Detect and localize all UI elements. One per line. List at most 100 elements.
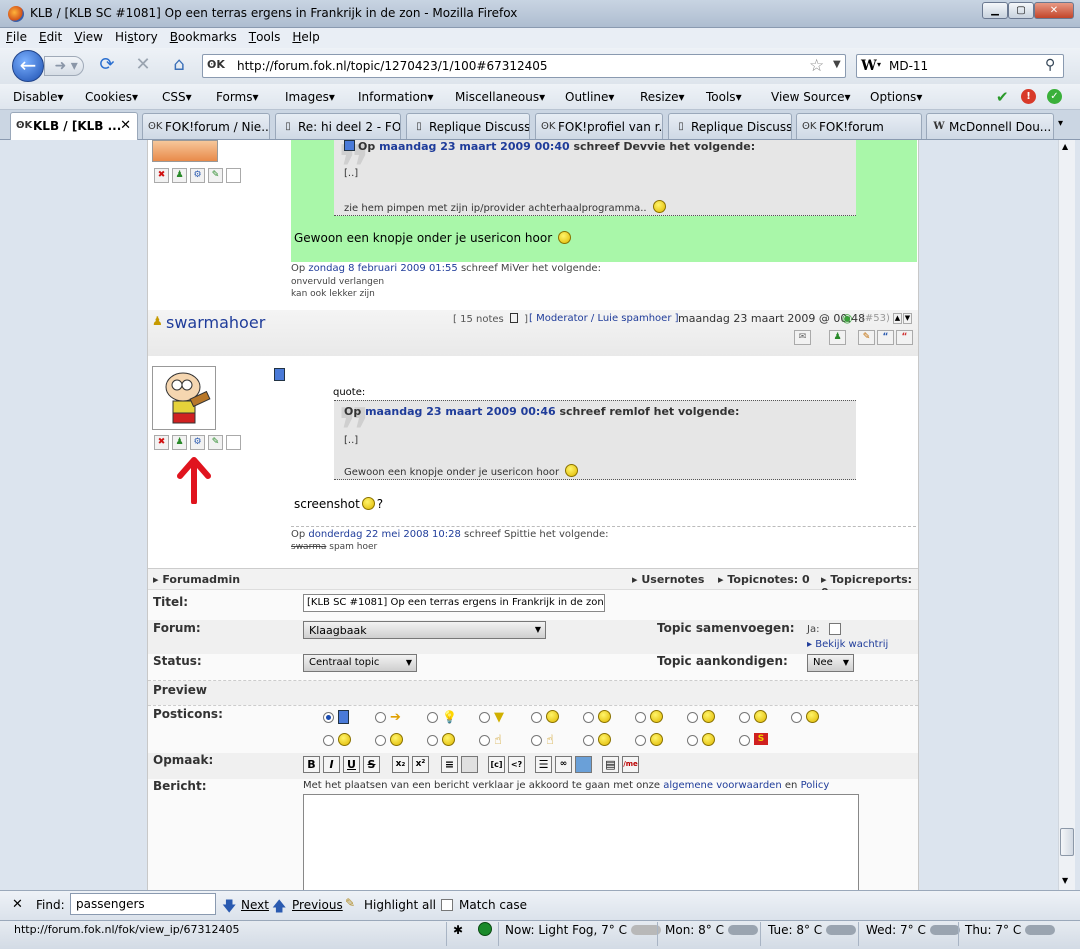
posticon-radio[interactable] <box>427 735 438 746</box>
back-button[interactable]: ← <box>12 50 44 82</box>
forumadmin-link[interactable]: ▸ Forumadmin <box>153 573 240 586</box>
signature-date-link[interactable]: zondag 8 februari 2009 01:55 <box>308 263 457 274</box>
select-checkbox[interactable] <box>226 435 241 450</box>
quote-icon[interactable]: “ <box>877 330 894 345</box>
scroll-up-icon[interactable]: ▲ <box>893 313 902 324</box>
scroll-down-icon[interactable]: ▼ <box>1062 876 1068 885</box>
posticon-radio[interactable] <box>739 735 750 746</box>
close-find-icon[interactable]: ✕ <box>12 897 23 912</box>
posticon-radio[interactable] <box>479 712 490 723</box>
underline-button[interactable]: U <box>343 756 360 773</box>
ip-icon[interactable]: ⚙ <box>190 168 205 183</box>
weather-thu[interactable]: Thu: 7° C <box>965 923 1056 937</box>
browser-tab[interactable]: W McDonnell Dou... <box>926 113 1054 139</box>
find-next-button[interactable]: Next <box>241 898 269 912</box>
blank-button[interactable] <box>461 756 478 773</box>
scrollbar-thumb[interactable] <box>1060 828 1074 856</box>
posticon-radio[interactable] <box>375 735 386 746</box>
user-icon[interactable]: ♟ <box>172 435 187 450</box>
search-input[interactable]: MD-11 <box>889 59 928 73</box>
checkmark-icon[interactable]: ✔ <box>996 88 1009 106</box>
menu-view[interactable]: View <box>68 28 109 44</box>
scroll-down-icon[interactable]: ▼ <box>903 313 912 324</box>
devbar-disable[interactable]: Disable▾ <box>13 90 64 104</box>
superscript-button[interactable]: x² <box>412 756 429 773</box>
browser-tab[interactable]: ▯ Re: hi deel 2 - FO... <box>275 113 401 139</box>
devbar-resize[interactable]: Resize▾ <box>640 90 684 104</box>
delete-icon[interactable]: ✖ <box>154 168 169 183</box>
posticon-radio[interactable] <box>531 712 542 723</box>
align-center-button[interactable]: ≡ <box>441 756 458 773</box>
italic-button[interactable]: I <box>323 756 340 773</box>
title-input[interactable]: [KLB SC #1081] Op een terras ergens in F… <box>303 594 605 612</box>
status-green-icon[interactable] <box>478 922 492 936</box>
posticon-radio[interactable] <box>323 712 334 723</box>
devbar-view-source[interactable]: View Source▾ <box>771 90 851 104</box>
browser-tab[interactable]: ʘK FOK!forum <box>796 113 922 139</box>
terms-link[interactable]: algemene voorwaarden <box>663 780 781 791</box>
posticon-radio[interactable] <box>791 712 802 723</box>
menu-file[interactable]: File <box>0 28 33 44</box>
posticon-radio[interactable] <box>687 712 698 723</box>
link-button[interactable]: ∞ <box>555 756 572 773</box>
post-number[interactable]: (#53) <box>861 313 890 324</box>
bug-icon[interactable]: ✱ <box>453 923 463 937</box>
find-input[interactable]: passengers <box>70 893 216 915</box>
weather-now[interactable]: Now: Light Fog, 7° C <box>505 923 661 937</box>
browser-tab[interactable]: ʘK FOK!profiel van r... <box>535 113 663 139</box>
close-button[interactable]: ✕ <box>1034 2 1074 19</box>
subscript-button[interactable]: x₂ <box>392 756 409 773</box>
posticon-radio[interactable] <box>479 735 490 746</box>
posticon-radio[interactable] <box>583 712 594 723</box>
user-icon[interactable]: ♟ <box>172 168 187 183</box>
posticon-radio[interactable] <box>583 735 594 746</box>
scroll-up-icon[interactable]: ▲ <box>1062 142 1068 151</box>
code-button[interactable]: [c] <box>488 756 505 773</box>
search-bar[interactable]: W ▾ MD-11 ⚲ <box>856 54 1064 78</box>
arrow-down-icon[interactable]: 🡇 <box>222 896 236 920</box>
strike-button[interactable]: S <box>363 756 380 773</box>
php-button[interactable]: <? <box>508 756 525 773</box>
topicnotes-link[interactable]: ▸ Topicnotes: 0 <box>718 573 810 586</box>
match-case-label[interactable]: Match case <box>459 898 527 912</box>
browser-tab[interactable]: ʘK FOK!forum / Nie... <box>142 113 270 139</box>
posticon-radio[interactable] <box>687 735 698 746</box>
username-link[interactable]: swarmahoer <box>166 313 265 332</box>
engine-dropdown-icon[interactable]: ▾ <box>877 60 881 69</box>
devbar-information[interactable]: Information▾ <box>358 90 434 104</box>
posticon-radio[interactable] <box>635 712 646 723</box>
usernotes-link[interactable]: ▸ Usernotes <box>632 573 704 586</box>
devbar-cookies[interactable]: Cookies▾ <box>85 90 138 104</box>
note-icon[interactable]: ✎ <box>208 168 223 183</box>
weather-tue[interactable]: Tue: 8° C <box>768 923 857 937</box>
devbar-images[interactable]: Images▾ <box>285 90 335 104</box>
bold-button[interactable]: B <box>303 756 320 773</box>
valid-icon[interactable]: ✓ <box>1047 89 1062 104</box>
status-select[interactable]: Centraal topic ▼ <box>303 654 417 672</box>
stop-icon[interactable]: ✕ <box>132 54 154 76</box>
ip-icon[interactable]: ⚙ <box>190 435 205 450</box>
devbar-css[interactable]: CSS▾ <box>162 90 192 104</box>
devbar-forms[interactable]: Forms▾ <box>216 90 259 104</box>
notes-link[interactable]: [ 15 notes <box>453 314 504 325</box>
policy-link[interactable]: Policy <box>801 780 830 791</box>
highlight-all-button[interactable]: Highlight all <box>364 898 436 912</box>
posticon-radio[interactable] <box>739 712 750 723</box>
quote-date-link[interactable]: maandag 23 maart 2009 00:46 <box>365 405 556 418</box>
url-dropdown-icon[interactable]: ▼ <box>833 59 841 70</box>
menu-edit[interactable]: Edit <box>33 28 68 44</box>
image-button[interactable] <box>575 756 592 773</box>
table-button[interactable]: ▤ <box>602 756 619 773</box>
menu-tools[interactable]: Tools <box>243 28 287 44</box>
weather-mon[interactable]: Mon: 8° C <box>665 923 758 937</box>
signature-date-link[interactable]: donderdag 22 mei 2008 10:28 <box>308 529 460 540</box>
merge-checkbox[interactable] <box>829 623 841 635</box>
note-icon[interactable]: ✎ <box>208 435 223 450</box>
weather-wed[interactable]: Wed: 7° C <box>866 923 960 937</box>
minimize-button[interactable]: ▁ <box>982 2 1008 19</box>
select-checkbox[interactable] <box>226 168 241 183</box>
close-tab-icon[interactable]: ✕ <box>120 118 131 133</box>
menu-help[interactable]: Help <box>286 28 325 44</box>
forward-button[interactable]: ➜ ▾ <box>44 56 84 76</box>
home-icon[interactable]: ⌂ <box>168 54 190 76</box>
